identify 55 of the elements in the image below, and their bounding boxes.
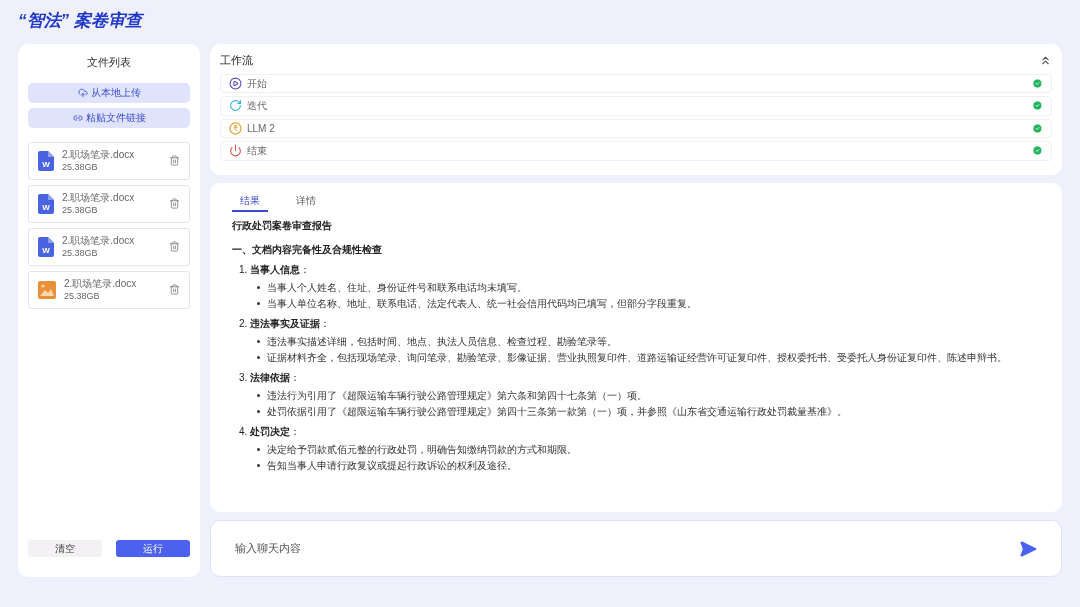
step-label: 结束	[247, 144, 268, 159]
file-card[interactable]: 2.职场笔录.docx 25.38GB	[28, 270, 190, 309]
power-icon	[229, 144, 242, 158]
section-heading: 一、文档内容完备性及合规性检查	[232, 242, 382, 257]
bullet-text: 证据材料齐全，包括现场笔录、询问笔录、勘验笔录、影像证据、营业执照复印件、道路运输证经营许可证复印件、授权委托书、受委托人身份证复印件、陈述申辩书。	[267, 350, 1007, 365]
file-size: 25.38GB	[62, 203, 98, 216]
delete-icon[interactable]	[169, 155, 180, 166]
file-name: 2.职场笔录.docx	[64, 277, 137, 290]
word-document-icon: W	[38, 150, 54, 171]
app-title: “智法” 案卷审查	[18, 10, 142, 32]
panel-title: 工作流	[220, 53, 253, 68]
cloud-upload-icon	[77, 87, 88, 98]
file-card[interactable]: W 2.职场笔录.docx 25.38GB	[28, 141, 190, 180]
file-size: 25.38GB	[62, 160, 98, 173]
file-name: 2.职场笔录.docx	[62, 148, 135, 161]
file-card[interactable]: W 2.职场笔录.docx 25.38GB	[28, 227, 190, 266]
clear-button[interactable]: 清空	[28, 540, 102, 557]
step-label: 迭代	[247, 99, 268, 114]
bullet-text: 决定给予罚款贰佰元整的行政处罚，明确告知缴纳罚款的方式和期限。	[267, 442, 577, 457]
send-icon[interactable]	[1019, 539, 1037, 558]
upload-button[interactable]: 从本地上传	[28, 82, 190, 103]
image-file-icon	[38, 280, 56, 299]
bullet-text: 违法行为引用了《超限运输车辆行驶公路管理规定》第六条和第四十七条第（一）项。	[267, 388, 647, 403]
panel-title: 文件列表	[86, 55, 132, 70]
item-heading: 2. 违法事实及证据：	[239, 316, 331, 331]
delete-icon[interactable]	[169, 198, 180, 209]
delete-icon[interactable]	[169, 241, 180, 252]
run-button[interactable]: 运行	[116, 540, 190, 557]
chat-input-box[interactable]: 输入聊天内容	[210, 520, 1062, 577]
bullet-text: 告知当事人申请行政复议或提起行政诉讼的权利及途径。	[267, 458, 517, 473]
file-card[interactable]: W 2.职场笔录.docx 25.38GB	[28, 184, 190, 223]
word-document-icon: W	[38, 236, 54, 257]
bullet-text: 当事人个人姓名、住址、身份证件号和联系电话均未填写。	[267, 280, 527, 295]
item-heading: 4. 处罚决定：	[239, 424, 301, 439]
item-heading: 3. 法律依据：	[239, 370, 301, 385]
play-icon	[229, 76, 242, 90]
loop-icon	[229, 99, 242, 113]
word-document-icon: W	[38, 193, 54, 214]
item-heading: 1. 当事人信息：	[239, 262, 311, 277]
bullet-text: 违法事实描述详细，包括时间、地点、执法人员信息、检查过程、勘验笔录等。	[267, 334, 617, 349]
step-label: 开始	[247, 76, 268, 91]
bullet-text: 处罚依据引用了《超限运输车辆行驶公路管理规定》第四十三条第一款第（一）项，并参照《山东省交通运输行政处罚裁量基准》。	[267, 404, 847, 419]
file-size: 25.38GB	[62, 246, 98, 259]
step-label: LLM 2	[247, 121, 276, 136]
delete-icon[interactable]	[169, 284, 180, 295]
paste-link-button[interactable]: 粘贴文件链接	[28, 107, 190, 128]
bullet-text: 当事人单位名称、地址、联系电话、法定代表人、统一社会信用代码均已填写，但部分字段重复。	[267, 296, 697, 311]
chat-input[interactable]: 输入聊天内容	[235, 540, 1019, 557]
file-size: 25.38GB	[64, 289, 100, 302]
tab[interactable]: 结果	[232, 192, 268, 212]
report-title: 行政处罚案卷审查报告	[232, 218, 332, 233]
file-name: 2.职场笔录.docx	[62, 191, 135, 204]
tab[interactable]: 详情	[288, 192, 324, 212]
file-name: 2.职场笔录.docx	[62, 234, 135, 247]
link-icon	[72, 112, 83, 123]
